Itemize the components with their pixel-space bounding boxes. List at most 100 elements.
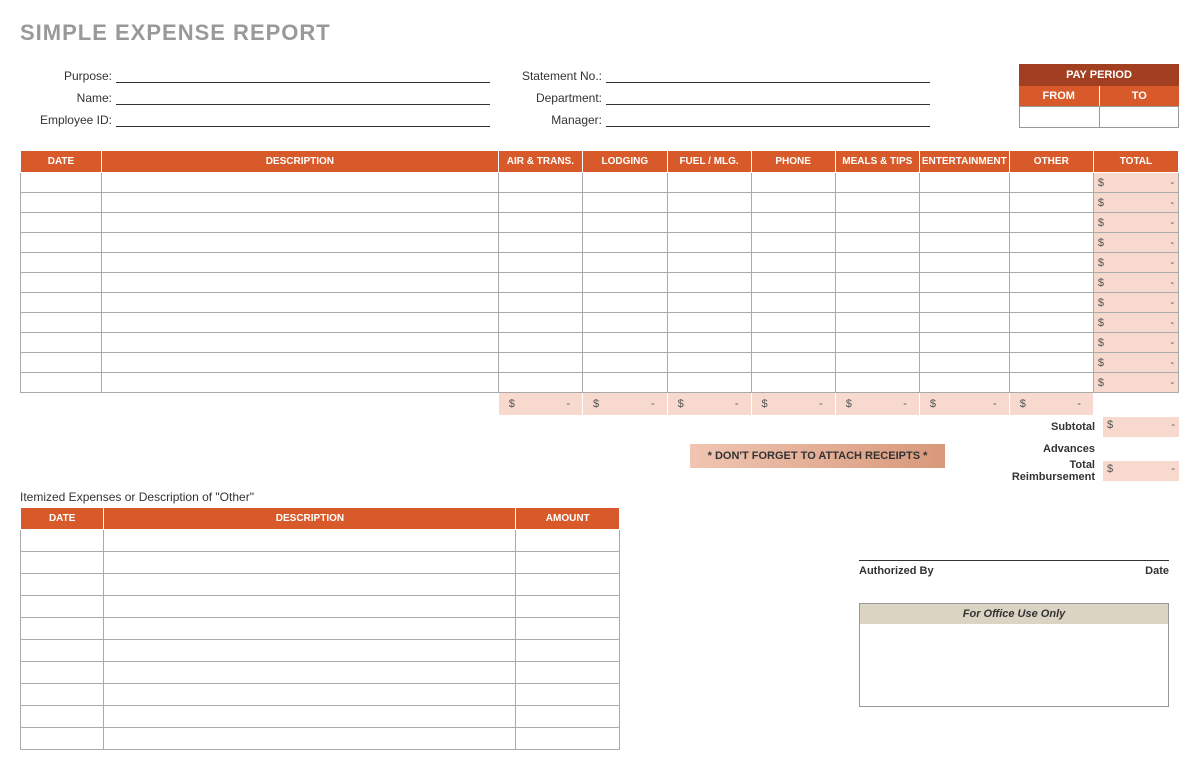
- expense-cell[interactable]: [101, 213, 498, 233]
- itemized-cell[interactable]: [21, 618, 104, 640]
- expense-cell[interactable]: [919, 213, 1009, 233]
- advances-value[interactable]: [1103, 439, 1179, 459]
- expense-cell[interactable]: [751, 373, 835, 393]
- pay-from-input[interactable]: [1020, 107, 1100, 127]
- expense-cell[interactable]: [21, 253, 102, 273]
- itemized-cell[interactable]: [516, 596, 620, 618]
- purpose-input[interactable]: [116, 66, 490, 83]
- itemized-cell[interactable]: [104, 728, 516, 750]
- itemized-cell[interactable]: [104, 574, 516, 596]
- expense-cell[interactable]: [751, 173, 835, 193]
- itemized-cell[interactable]: [516, 706, 620, 728]
- expense-cell[interactable]: [667, 193, 751, 213]
- expense-cell[interactable]: [919, 373, 1009, 393]
- expense-cell[interactable]: [583, 353, 668, 373]
- itemized-cell[interactable]: [516, 728, 620, 750]
- expense-cell[interactable]: [583, 193, 668, 213]
- expense-cell[interactable]: [21, 213, 102, 233]
- name-input[interactable]: [116, 88, 490, 105]
- expense-cell[interactable]: [498, 173, 582, 193]
- itemized-cell[interactable]: [104, 596, 516, 618]
- expense-cell[interactable]: [1009, 353, 1093, 373]
- expense-cell[interactable]: [583, 273, 668, 293]
- expense-cell[interactable]: [498, 313, 582, 333]
- expense-cell[interactable]: [667, 213, 751, 233]
- expense-cell[interactable]: [1009, 193, 1093, 213]
- expense-cell[interactable]: [919, 253, 1009, 273]
- expense-cell[interactable]: [101, 353, 498, 373]
- expense-cell[interactable]: [751, 213, 835, 233]
- expense-cell[interactable]: [667, 313, 751, 333]
- expense-cell[interactable]: [919, 313, 1009, 333]
- expense-cell[interactable]: [751, 353, 835, 373]
- expense-cell[interactable]: [751, 193, 835, 213]
- expense-cell[interactable]: [498, 333, 582, 353]
- itemized-cell[interactable]: [21, 640, 104, 662]
- pay-to-input[interactable]: [1100, 107, 1179, 127]
- expense-cell[interactable]: [498, 233, 582, 253]
- expense-cell[interactable]: [919, 193, 1009, 213]
- itemized-cell[interactable]: [21, 552, 104, 574]
- manager-input[interactable]: [606, 110, 930, 127]
- statement-no-input[interactable]: [606, 66, 930, 83]
- expense-cell[interactable]: [583, 233, 668, 253]
- expense-cell[interactable]: [498, 353, 582, 373]
- expense-cell[interactable]: [101, 233, 498, 253]
- itemized-cell[interactable]: [516, 530, 620, 552]
- employee-id-input[interactable]: [116, 110, 490, 127]
- expense-cell[interactable]: [835, 353, 919, 373]
- expense-cell[interactable]: [751, 233, 835, 253]
- expense-cell[interactable]: [583, 373, 668, 393]
- itemized-cell[interactable]: [21, 574, 104, 596]
- expense-cell[interactable]: [101, 313, 498, 333]
- itemized-cell[interactable]: [104, 706, 516, 728]
- expense-cell[interactable]: [667, 353, 751, 373]
- expense-cell[interactable]: [835, 293, 919, 313]
- itemized-cell[interactable]: [21, 662, 104, 684]
- expense-cell[interactable]: [1009, 333, 1093, 353]
- expense-cell[interactable]: [751, 273, 835, 293]
- expense-cell[interactable]: [101, 193, 498, 213]
- itemized-cell[interactable]: [516, 552, 620, 574]
- expense-cell[interactable]: [751, 333, 835, 353]
- expense-cell[interactable]: [835, 333, 919, 353]
- expense-cell[interactable]: [498, 293, 582, 313]
- expense-cell[interactable]: [21, 233, 102, 253]
- expense-cell[interactable]: [919, 293, 1009, 313]
- expense-cell[interactable]: [583, 253, 668, 273]
- expense-cell[interactable]: [101, 173, 498, 193]
- expense-cell[interactable]: [919, 333, 1009, 353]
- expense-cell[interactable]: [835, 193, 919, 213]
- expense-cell[interactable]: [835, 233, 919, 253]
- expense-cell[interactable]: [1009, 313, 1093, 333]
- expense-cell[interactable]: [667, 253, 751, 273]
- expense-cell[interactable]: [583, 173, 668, 193]
- itemized-cell[interactable]: [104, 662, 516, 684]
- expense-cell[interactable]: [101, 333, 498, 353]
- itemized-cell[interactable]: [516, 662, 620, 684]
- itemized-cell[interactable]: [21, 706, 104, 728]
- expense-cell[interactable]: [835, 273, 919, 293]
- expense-cell[interactable]: [835, 253, 919, 273]
- expense-cell[interactable]: [498, 273, 582, 293]
- itemized-cell[interactable]: [104, 552, 516, 574]
- expense-cell[interactable]: [667, 333, 751, 353]
- expense-cell[interactable]: [751, 253, 835, 273]
- expense-cell[interactable]: [21, 273, 102, 293]
- expense-cell[interactable]: [583, 313, 668, 333]
- expense-cell[interactable]: [667, 373, 751, 393]
- itemized-cell[interactable]: [516, 574, 620, 596]
- expense-cell[interactable]: [1009, 373, 1093, 393]
- expense-cell[interactable]: [667, 293, 751, 313]
- itemized-cell[interactable]: [104, 640, 516, 662]
- expense-cell[interactable]: [751, 313, 835, 333]
- expense-cell[interactable]: [1009, 293, 1093, 313]
- expense-cell[interactable]: [583, 213, 668, 233]
- expense-cell[interactable]: [1009, 213, 1093, 233]
- itemized-cell[interactable]: [21, 728, 104, 750]
- expense-cell[interactable]: [583, 333, 668, 353]
- itemized-cell[interactable]: [516, 618, 620, 640]
- expense-cell[interactable]: [667, 173, 751, 193]
- expense-cell[interactable]: [1009, 273, 1093, 293]
- expense-cell[interactable]: [21, 373, 102, 393]
